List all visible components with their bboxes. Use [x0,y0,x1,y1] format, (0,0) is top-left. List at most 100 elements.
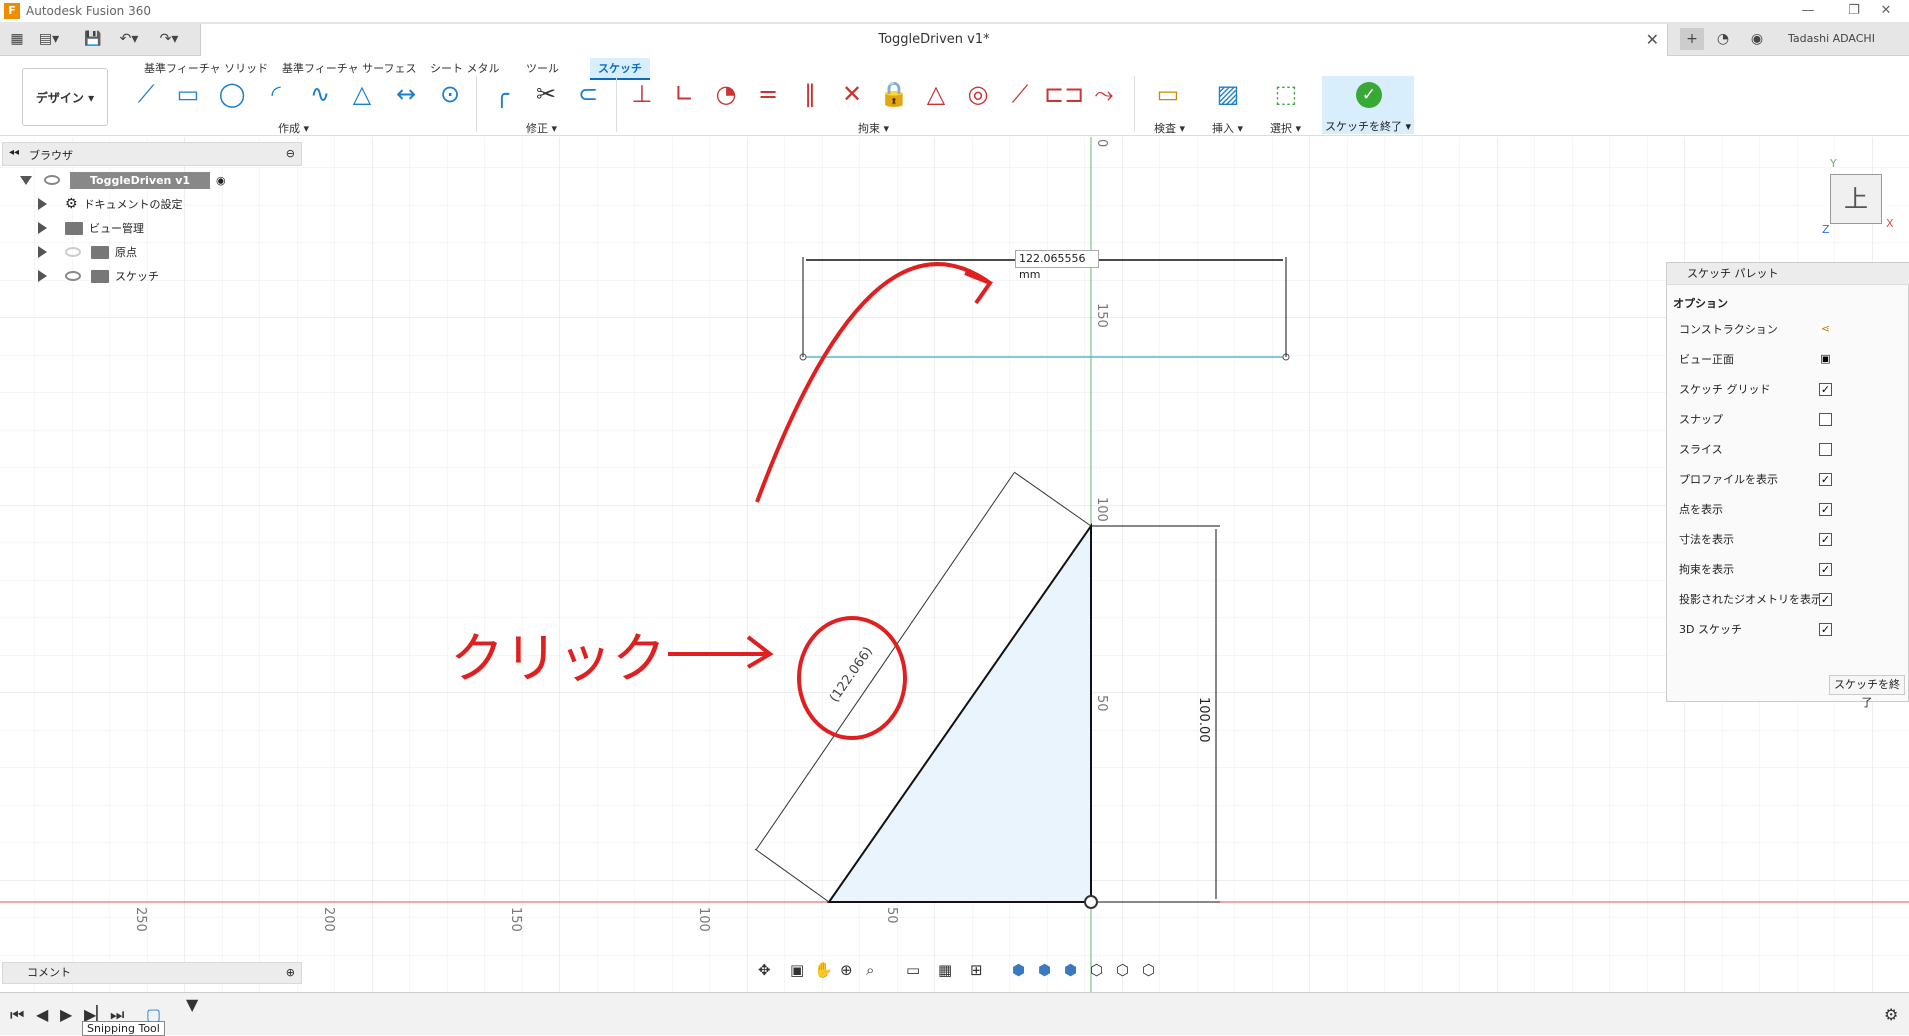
tab-construct-surface[interactable]: 基準フィーチャ サーフェス [274,58,425,78]
cube-outline-icon[interactable]: ⬡ [1142,961,1155,979]
palette-row-snap[interactable]: スナップ [1679,410,1904,430]
checkbox-checked[interactable]: ✓ [1819,623,1832,636]
pan-icon[interactable]: ✋ [814,961,833,979]
mirror-tool-icon[interactable]: △ [344,78,380,110]
browser-item-sketches[interactable]: スケッチ [38,266,159,286]
palette-row-show-dimensions[interactable]: 寸法を表示 ✓ [1679,530,1904,550]
dimension-input[interactable]: 122.065556 mm [1015,250,1099,281]
tab-construct-solid[interactable]: 基準フィーチャ ソリッド [136,58,276,78]
timeline-settings-gear-icon[interactable]: ⚙ [1884,1005,1898,1024]
visibility-eye-icon[interactable] [44,175,60,185]
palette-section-options[interactable]: オプション [1673,295,1728,311]
display-settings-icon[interactable]: ▭ [906,961,920,979]
grid-settings-icon[interactable]: ▦ [938,961,952,979]
expand-icon[interactable] [20,175,32,185]
arc-tool-icon[interactable]: ◜ [258,78,294,110]
palette-row-sketch-grid[interactable]: スケッチ グリッド ✓ [1679,380,1904,400]
add-comment-icon[interactable]: ⊕ [286,963,295,983]
help-icon[interactable]: ◉ [1746,28,1768,50]
browser-item-named-views[interactable]: ビュー管理 [38,218,144,238]
cube-visible-edges-icon[interactable]: ⬢ [1064,961,1077,979]
spline-tool-icon[interactable]: ∿ [302,78,338,110]
line-tool-icon[interactable]: ⟋ [128,78,164,110]
orbit-icon[interactable]: ✥ [758,961,771,979]
redo-icon[interactable]: ↷▾ [158,28,180,50]
point-tool-icon[interactable]: ⊙ [432,78,468,110]
expand-icon[interactable] [38,246,47,258]
collapse-icon[interactable]: ◂◂ [9,147,19,158]
close-window-button[interactable]: ✕ [1863,0,1909,22]
browser-menu-icon[interactable]: ⊖ [286,147,295,160]
sketch-canvas[interactable]: クリック 0 150 100 50 250 200 150 100 50 (12… [0,137,1909,992]
visibility-eye-icon[interactable] [65,271,81,281]
user-name[interactable]: Tadashi ADACHI [1788,28,1875,50]
document-tab[interactable]: ToggleDriven v1* ✕ [200,24,1668,56]
perpendicular-icon[interactable]: ✕ [834,78,870,110]
checkbox-checked[interactable]: ✓ [1819,563,1832,576]
visibility-eye-icon[interactable] [65,247,81,257]
look-at-icon[interactable]: ▣ [1819,353,1832,366]
insert-image-icon[interactable]: ▨ [1210,78,1246,110]
group-insert[interactable]: 挿入 ▾ [1212,120,1243,136]
tangent-icon[interactable]: ◔ [708,78,744,110]
workspace-switcher[interactable]: デザイン ▾ [22,68,108,126]
select-window-icon[interactable]: ⬚ [1268,78,1304,110]
browser-item-document-settings[interactable]: ⚙ ドキュメントの設定 [38,194,183,214]
fit-icon[interactable]: ⌕ [866,961,874,979]
midpoint-icon[interactable]: △ [918,78,954,110]
equal-icon[interactable]: = [750,78,786,110]
checkbox-checked[interactable]: ✓ [1819,383,1832,396]
palette-row-construction[interactable]: コンストラクション ⋖ [1679,320,1904,340]
tab-sketch[interactable]: スケッチ [590,58,650,80]
timeline-marker-icon[interactable]: ▼ [186,995,198,1014]
expand-icon[interactable] [38,198,47,210]
group-modify[interactable]: 修正 ▾ [526,120,557,136]
checkbox-unchecked[interactable] [1819,443,1832,456]
checkbox-unchecked[interactable] [1819,413,1832,426]
play-icon[interactable]: ▶ [60,1005,72,1024]
browser-root[interactable]: ToggleDriven v1 ◉ [20,170,226,190]
checkbox-checked[interactable]: ✓ [1819,533,1832,546]
look-at-icon[interactable]: ▣ [790,961,804,979]
expand-icon[interactable] [38,270,47,282]
close-tab-icon[interactable]: ✕ [1646,30,1659,49]
comments-panel[interactable]: コメント ⊕ [2,962,302,984]
expand-icon[interactable] [38,222,47,234]
finish-sketch-button[interactable]: ✓ スケッチを終了 ▾ [1322,76,1414,134]
coincident-icon[interactable]: ∟ [666,78,702,110]
palette-row-slice[interactable]: スライス [1679,440,1904,460]
fillet-tool-icon[interactable]: ╭ [484,78,520,110]
palette-row-look-at[interactable]: ビュー正面 ▣ [1679,350,1904,370]
rectangle-tool-icon[interactable]: ▭ [170,78,206,110]
group-create[interactable]: 作成 ▾ [278,120,309,136]
group-constrain[interactable]: 拘束 ▾ [858,120,889,136]
collinear-icon[interactable]: ⟋ [1002,78,1038,110]
minimize-button[interactable]: — [1785,0,1831,22]
offset-tool-icon[interactable]: ⊂ [570,78,606,110]
browser-item-origin[interactable]: 原点 [38,242,137,262]
dimension-tool-icon[interactable]: ↔ [388,78,424,110]
file-menu-icon[interactable]: ▤▾ [38,28,60,50]
concentric-icon[interactable]: ◎ [960,78,996,110]
cube-shaded-edges-icon[interactable]: ⬢ [1038,961,1051,979]
cube-wireframe-icon[interactable]: ⬡ [1090,961,1103,979]
new-tab-icon[interactable]: + [1680,28,1704,50]
group-select[interactable]: 選択 ▾ [1270,120,1301,136]
cube-hidden-edges-icon[interactable]: ⬡ [1116,961,1129,979]
parallel-icon[interactable]: ∥ [792,78,828,110]
palette-finish-sketch-button[interactable]: スケッチを終了 [1829,675,1905,709]
save-icon[interactable]: 💾 [82,28,104,50]
viewports-icon[interactable]: ⊞ [970,961,983,979]
tab-tools[interactable]: ツール [518,58,567,78]
tab-sheet-metal[interactable]: シート メタル [422,58,508,78]
symmetry-icon[interactable]: ⊏⊐ [1044,78,1084,110]
checkbox-checked[interactable]: ✓ [1819,593,1832,606]
group-inspect[interactable]: 検査 ▾ [1154,120,1185,136]
checkbox-checked[interactable]: ✓ [1819,503,1832,516]
palette-row-show-projected[interactable]: 投影されたジオメトリを表示 ✓ [1679,590,1904,610]
checkbox-checked[interactable]: ✓ [1819,473,1832,486]
circle-tool-icon[interactable]: ◯ [214,78,250,110]
cube-shaded-icon[interactable]: ⬢ [1012,961,1025,979]
palette-row-show-points[interactable]: 点を表示 ✓ [1679,500,1904,520]
construction-icon[interactable]: ⋖ [1819,323,1832,336]
